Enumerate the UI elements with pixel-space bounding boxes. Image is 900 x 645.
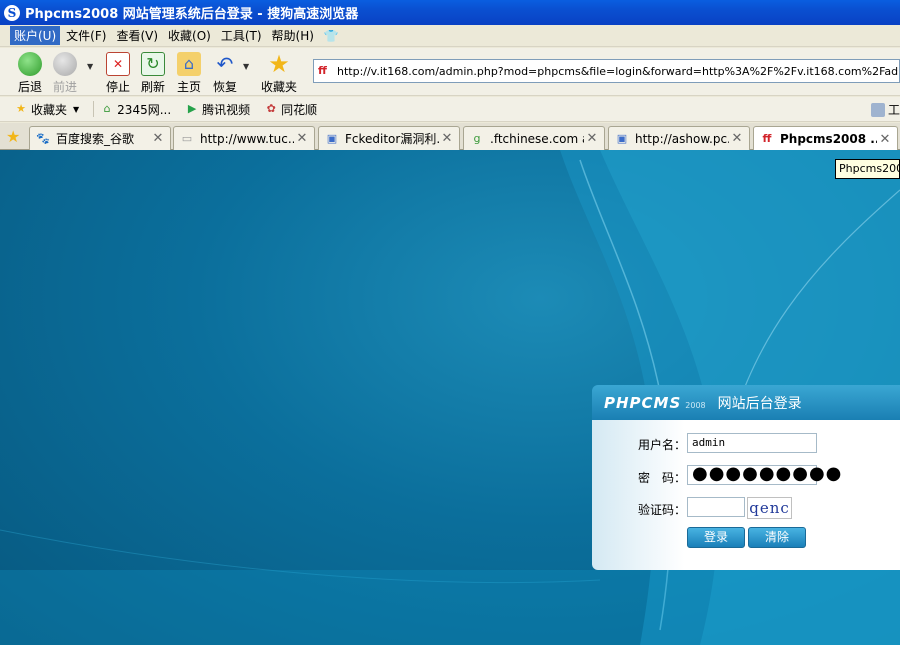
window-title: Phpcms2008 网站管理系统后台登录 - 搜狗高速浏览器 [25, 7, 359, 22]
tab-label: http://ashow.pc... [635, 131, 729, 146]
restore-label: 恢复 [212, 80, 237, 94]
menu-bar: 账户(U) 文件(F) 查看(V) 收藏(O) 工具(T) 帮助(H) 👕 [0, 25, 900, 47]
tab-label: Fckeditor漏洞利... [345, 132, 439, 146]
fav-link-label: 同花顺 [281, 102, 318, 117]
home-label: 主页 [176, 80, 201, 94]
stop-button[interactable]: ✕ 停止 [102, 52, 134, 95]
favorites-label: 收藏夹 [260, 80, 297, 94]
fav-link-tencent-video[interactable]: ▶ 腾讯视频 [185, 101, 250, 118]
refresh-icon: ↻ [141, 52, 165, 76]
forward-label: 前进 [52, 80, 77, 94]
forward-dropdown-icon[interactable]: ▼ [87, 62, 93, 71]
tab-baidu[interactable]: 🐾 百度搜索_谷歌 ✕ [29, 126, 171, 150]
menu-help[interactable]: 帮助(H) [268, 26, 318, 45]
tab-label: Phpcms2008 ... [780, 132, 877, 146]
login-panel: PHPCMS 2008 网站后台登录 用户名： admin 密 码： ●●●●●… [592, 385, 900, 570]
back-arrow-icon [18, 52, 42, 76]
favorites-menu-label: 收藏夹 [31, 102, 68, 117]
page-icon: ▭ [181, 131, 193, 145]
google-icon: g [473, 131, 481, 145]
favorites-menu[interactable]: ★ 收藏夹 ▼ [14, 101, 79, 118]
address-bar[interactable]: ff http://v.it168.com/admin.php?mod=phpc… [313, 59, 900, 83]
login-form: 用户名： admin 密 码： ●●●●●●●●● 验证码： qenc 登录 清… [592, 420, 900, 570]
paw-icon: 🐾 [36, 131, 50, 145]
tab-label: .ftchinese.com a... [490, 131, 584, 146]
refresh-button[interactable]: ↻ 刷新 [137, 52, 169, 95]
tab-tooltip: Phpcms2008 [835, 159, 900, 179]
shirt-skin-icon[interactable]: 👕 [324, 29, 340, 43]
captcha-label: 验证码： [638, 503, 687, 517]
login-button[interactable]: 登录 [687, 527, 745, 548]
favorites-bar: ★ 收藏夹 ▼ ⌂ 2345网... ▶ 腾讯视频 ✿ 同花顺 工 [0, 97, 900, 122]
close-icon[interactable]: ✕ [150, 131, 166, 146]
star-plus-icon: ★ [16, 102, 26, 115]
tab-tuc[interactable]: ▭ http://www.tuc... ✕ [173, 126, 315, 150]
refresh-label: 刷新 [140, 80, 165, 94]
tools-menu-label: 工 [887, 103, 900, 117]
restore-dropdown-icon[interactable]: ▼ [243, 62, 249, 71]
browser-page-icon: ▣ [326, 131, 338, 145]
menu-file[interactable]: 文件(F) [62, 26, 110, 45]
tab-label: http://www.tuc... [200, 131, 294, 146]
menu-account[interactable]: 账户(U) [10, 26, 61, 45]
menu-tools[interactable]: 工具(T) [217, 26, 266, 45]
fav-link-label: 腾讯视频 [202, 102, 251, 117]
close-icon[interactable]: ✕ [439, 131, 455, 146]
captcha-field[interactable] [687, 497, 745, 517]
play-icon: ▶ [187, 102, 197, 115]
forward-arrow-icon [53, 52, 77, 76]
clear-button[interactable]: 清除 [748, 527, 806, 548]
tab-ashow[interactable]: ▣ http://ashow.pc... ✕ [608, 126, 750, 150]
undo-icon: ↶ [216, 52, 234, 76]
tab-phpcms[interactable]: ff Phpcms2008 ... ✕ [753, 126, 898, 151]
captcha-image[interactable]: qenc [747, 497, 792, 519]
close-icon[interactable]: ✕ [584, 131, 600, 146]
fav-link-tonghuashun[interactable]: ✿ 同花顺 [264, 101, 318, 118]
tab-ftchinese[interactable]: g .ftchinese.com a... ✕ [463, 126, 605, 150]
fav-link-2345[interactable]: ⌂ 2345网... [100, 101, 171, 118]
address-url[interactable]: http://v.it168.com/admin.php?mod=phpcms&… [337, 65, 899, 78]
phpcms-logo: PHPCMS [604, 393, 682, 412]
favorites-dropdown-icon: ▼ [73, 104, 80, 114]
close-icon[interactable]: ✕ [729, 131, 745, 146]
restore-button[interactable]: ↶ 恢复 [209, 52, 241, 95]
sogou-logo-icon: S [4, 4, 20, 21]
login-header: PHPCMS 2008 网站后台登录 [592, 385, 900, 420]
star-icon[interactable]: ★ [6, 127, 20, 146]
close-icon[interactable]: ✕ [294, 131, 310, 146]
favorites-button[interactable]: ★ 收藏夹 [258, 52, 300, 95]
stop-label: 停止 [105, 80, 130, 94]
tab-label: 百度搜索_谷歌 [56, 132, 135, 146]
menu-view[interactable]: 查看(V) [112, 26, 162, 45]
flower-icon: ✿ [266, 102, 276, 115]
site-favicon-icon: ff [318, 64, 327, 77]
divider [93, 101, 95, 117]
home-button[interactable]: ⌂ 主页 [173, 52, 205, 95]
username-label: 用户名： [638, 438, 687, 452]
forward-button[interactable]: 前进 [49, 52, 81, 95]
login-title: 网站后台登录 [717, 395, 802, 412]
password-label: 密 码： [638, 471, 687, 485]
site-favicon-icon: ff [762, 132, 772, 145]
window-title-bar: S Phpcms2008 网站管理系统后台登录 - 搜狗高速浏览器 [0, 0, 900, 25]
star-icon: ★ [268, 50, 290, 78]
tab-strip: ★ 🐾 百度搜索_谷歌 ✕ ▭ http://www.tuc... ✕ ▣ Fc… [0, 123, 900, 151]
username-field[interactable]: admin [687, 433, 817, 453]
toolbox-icon [870, 102, 885, 117]
stop-icon: ✕ [106, 52, 130, 76]
back-button[interactable]: 后退 [14, 52, 46, 95]
logo-year: 2008 [685, 401, 706, 410]
password-field[interactable]: ●●●●●●●●● [687, 465, 841, 485]
tools-menu[interactable]: 工 [870, 101, 900, 118]
house-icon: ⌂ [103, 102, 111, 115]
tab-fckeditor[interactable]: ▣ Fckeditor漏洞利... ✕ [318, 126, 460, 150]
fav-link-label: 2345网... [117, 102, 172, 117]
browser-page-icon: ▣ [616, 131, 628, 145]
home-icon: ⌂ [177, 52, 201, 76]
menu-favorites[interactable]: 收藏(O) [164, 26, 215, 45]
close-icon[interactable]: ✕ [877, 132, 893, 147]
back-label: 后退 [17, 80, 42, 94]
